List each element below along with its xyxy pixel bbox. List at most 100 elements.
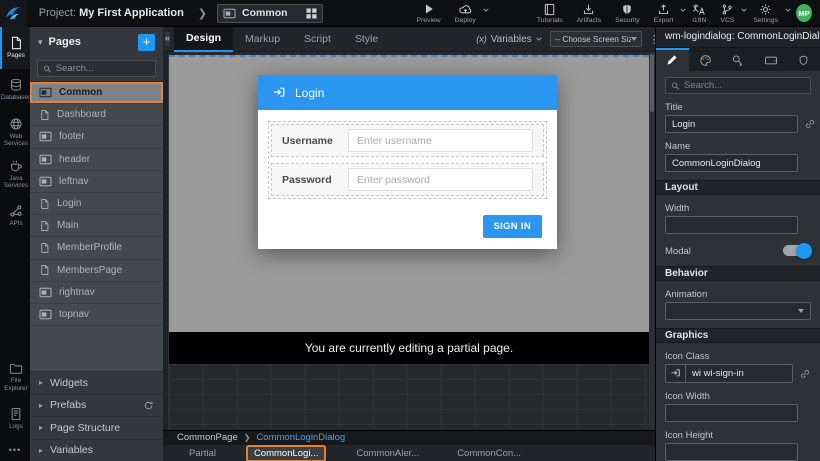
page-item-login[interactable]: Login [30,193,163,215]
security-button[interactable]: Security [608,0,647,27]
book-icon [544,3,555,16]
dialog-header: Login [258,75,557,110]
settings-button[interactable]: Settings [746,0,790,27]
page-item-common[interactable]: Common [30,82,163,104]
add-page-button[interactable]: + [138,34,155,51]
pages-panel-header[interactable]: ▾ Pages + [30,27,163,57]
breadcrumb-commonlogindialog[interactable]: CommonLoginDialog [256,432,345,443]
cloud-upload-icon [458,3,473,15]
user-avatar[interactable]: MP [796,4,812,22]
topbar-right-actions: Artifacts Security Export i18N VCS [570,0,790,27]
rail-item-apis[interactable]: APIs [0,195,30,237]
search-icon [671,81,680,91]
artifacts-button[interactable]: Artifacts [570,0,609,27]
properties-search-input[interactable] [684,80,805,91]
bottom-tabs: Partial CommonLogi... CommonAler... Comm… [163,444,655,461]
page-item-memberprofile[interactable]: MemberProfile [30,237,163,259]
tab-styles[interactable] [689,48,722,71]
bind-link-icon[interactable] [799,368,811,380]
tab-devices[interactable] [754,48,787,71]
tab-security[interactable] [787,48,820,71]
section-widgets[interactable]: ▸ Widgets [30,371,163,394]
refresh-icon[interactable] [143,400,154,411]
logo-icon [4,4,22,22]
left-rail: Pages Databases Web Services Java Servic… [0,27,30,461]
page-selector-value: Common [242,7,300,19]
tab-design[interactable]: Design [174,27,233,52]
canvas-viewport: Login Username Password SIGN IN You are … [163,52,655,430]
icon-height-field[interactable] [665,443,798,461]
width-field[interactable] [665,216,798,234]
login-dialog-widget[interactable]: Login Username Password SIGN IN [258,75,557,249]
canvas-region: « Design Markup Script Style (x) Variabl… [163,27,655,461]
section-page-structure[interactable]: ▸ Page Structure [30,416,163,439]
tab-commonconfirmdialog[interactable]: CommonCon... [451,447,527,460]
section-prefabs[interactable]: ▸ Prefabs [30,394,163,417]
icon-class-field[interactable]: wi wi-sign-in [665,364,793,383]
rail-item-java-services[interactable]: Java Services [0,153,30,195]
deploy-button[interactable]: Deploy [448,0,488,27]
tab-style[interactable]: Style [343,27,390,52]
properties-panel: wm-logindialog: CommonLoginDialog [655,27,820,461]
preview-button[interactable]: Preview [409,0,447,27]
page-selector-dropdown[interactable]: Common [217,4,323,23]
username-input[interactable] [348,129,533,152]
pages-search-input[interactable] [56,63,150,74]
pages-list: Common Dashboard footer header leftnav L… [30,81,163,371]
modal-toggle[interactable] [783,245,811,256]
rail-more-button[interactable]: ••• [0,440,30,461]
variables-dropdown[interactable]: (x) Variables [476,34,541,45]
breadcrumb-commonpage[interactable]: CommonPage [177,432,238,443]
animation-select[interactable] [665,302,811,320]
page-item-main[interactable]: Main [30,215,163,237]
scrollbar-thumb[interactable] [650,54,654,112]
form-container[interactable]: Username Password [268,121,547,199]
wavemaker-logo[interactable] [0,0,27,27]
tab-commonalertdialog[interactable]: CommonAler... [350,447,425,460]
password-field-row[interactable]: Password [271,163,544,196]
rail-item-databases[interactable]: Databases [0,69,30,111]
tab-commonlogindialog[interactable]: CommonLogi... [248,447,324,460]
title-field[interactable] [665,115,798,133]
rail-item-file-explorer[interactable]: File Explorer [0,356,30,398]
screen-size-select[interactable]: -- Choose Screen Size -- [550,31,642,47]
sign-in-icon [666,365,686,382]
tab-properties[interactable] [656,48,689,71]
tab-events[interactable] [722,48,755,71]
i18n-button[interactable]: i18N [685,0,713,27]
collapse-panel-button[interactable]: « [165,32,170,46]
tab-markup[interactable]: Markup [233,27,292,52]
project-name: My First Application [79,7,184,19]
password-input[interactable] [348,168,533,191]
rail-item-pages[interactable]: Pages [0,27,30,69]
tutorials-button[interactable]: Tutorials [530,0,570,27]
page-item-memberspage[interactable]: MembersPage [30,260,163,282]
icon-width-field[interactable] [665,404,798,422]
rail-item-logs[interactable]: Logs [0,398,30,440]
vcs-button[interactable]: VCS [713,0,746,27]
shield-outline-icon [798,54,809,67]
tab-partial[interactable]: Partial [183,447,222,460]
page-item-rightnav[interactable]: rightnav [30,282,163,304]
bind-link-icon[interactable] [804,118,816,130]
git-branch-icon [721,3,733,16]
sign-in-button[interactable]: SIGN IN [483,215,542,238]
database-icon [9,78,23,92]
chevron-down-icon [785,8,791,12]
page-item-dashboard[interactable]: Dashboard [30,104,163,126]
export-button[interactable]: Export [647,0,686,27]
page-item-leftnav[interactable]: leftnav [30,171,163,193]
top-bar: Project: My First Application ❯ Common P… [0,0,820,27]
name-field[interactable] [665,154,798,172]
page-item-topnav[interactable]: topnav [30,304,163,326]
username-field-row[interactable]: Username [271,124,544,157]
page-item-header[interactable]: header [30,149,163,171]
caret-right-icon: ▸ [39,378,43,387]
rail-item-web-services[interactable]: Web Services [0,111,30,153]
section-variables[interactable]: ▸ Variables [30,439,163,461]
page-item-footer[interactable]: footer [30,126,163,148]
password-label: Password [282,174,348,186]
dialog-body: Username Password SIGN IN [258,110,557,249]
tab-script[interactable]: Script [292,27,343,52]
partial-icon [39,87,52,98]
